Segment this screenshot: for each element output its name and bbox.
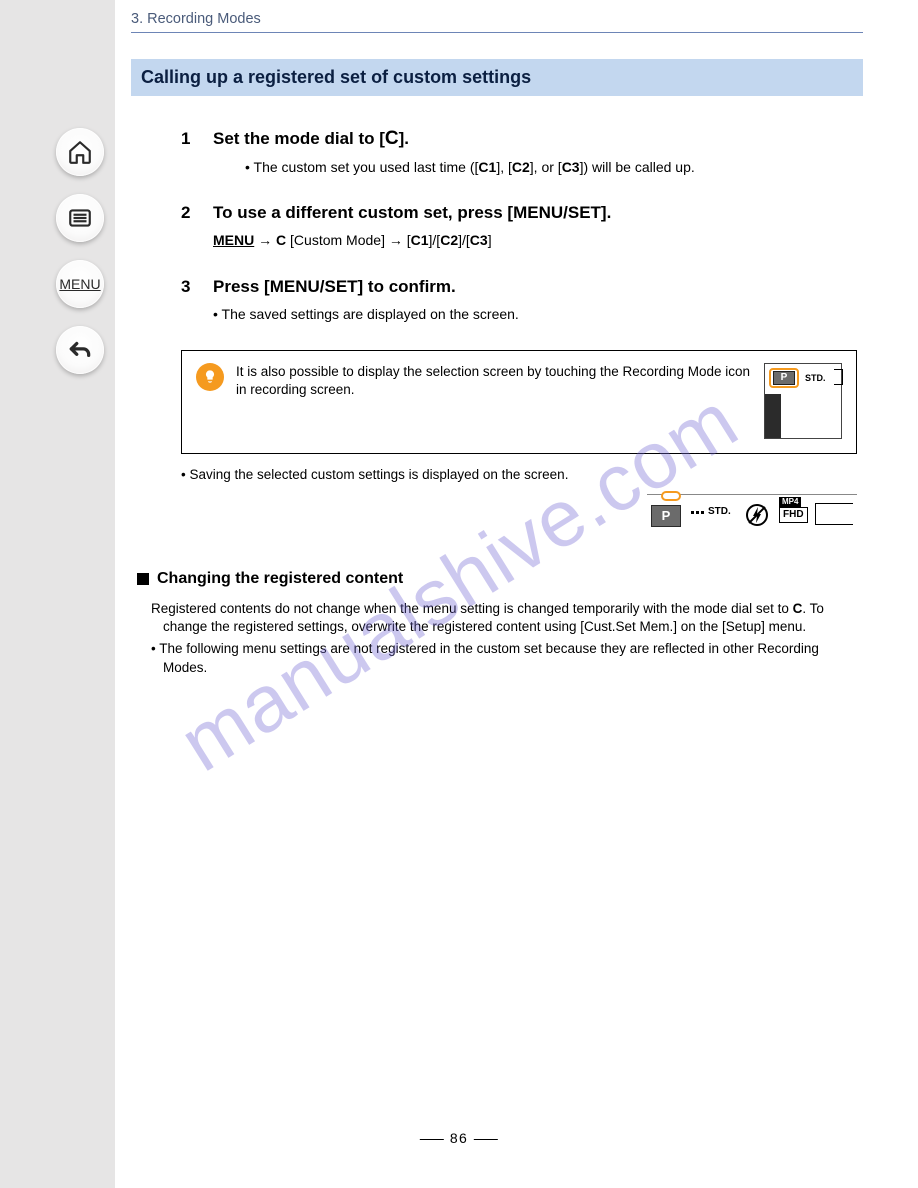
back-icon: [67, 337, 93, 363]
tip-box: It is also possible to display the selec…: [181, 350, 857, 454]
subsection-body: Registered contents do not change when t…: [151, 600, 857, 677]
step-2-text: To use a different custom set, press [ME…: [213, 202, 611, 225]
home-icon: [67, 139, 93, 165]
status-strip: P STD. MP4 FHD: [181, 494, 857, 530]
step-2-menu-path: MENU → C [Custom Mode] → [C1]/[C2]/[C3]: [213, 231, 857, 250]
step-1-bullet: • The custom set you used last time ([C1…: [245, 158, 857, 177]
step-1: 1 Set the mode dial to [C]. • The custom…: [181, 126, 857, 177]
nav-menu-button[interactable]: MENU: [56, 260, 104, 308]
step-3-body: • The saved settings are displayed on th…: [213, 305, 857, 324]
rule: [131, 32, 863, 33]
subsection-title: Changing the registered content: [137, 568, 857, 590]
step-2-num: 2: [181, 202, 199, 225]
photostyle-icon: STD.: [691, 505, 731, 519]
step-3-text: Press [MENU/SET] to confirm.: [213, 276, 456, 299]
step-3: 3 Press [MENU/SET] to confirm. • The sav…: [181, 276, 857, 324]
step-3-head: 3 Press [MENU/SET] to confirm.: [181, 276, 857, 299]
sidebar-dark: [765, 394, 781, 438]
mode-p-chip: P: [773, 371, 795, 385]
nav-contents-button[interactable]: [56, 194, 104, 242]
mode-p-icon: P: [651, 505, 681, 527]
step-3-num: 3: [181, 276, 199, 299]
std-icon: STD.: [805, 372, 826, 384]
subsection-line-2: • The following menu settings are not re…: [151, 640, 857, 676]
step-1-head: 1 Set the mode dial to [C].: [181, 126, 857, 152]
tip-thumbnail: P STD.: [764, 363, 842, 439]
lightbulb-icon: [196, 363, 224, 391]
steps: 1 Set the mode dial to [C]. • The custom…: [131, 126, 863, 677]
square-icon: [137, 573, 149, 585]
step-2-head: 2 To use a different custom set, press […: [181, 202, 857, 225]
aspect-box: [815, 503, 853, 525]
nav-back-button[interactable]: [56, 326, 104, 374]
note-line: • Saving the selected custom settings is…: [181, 466, 857, 484]
menu-label: MENU: [59, 276, 100, 292]
step-1-body: • The custom set you used last time ([C1…: [213, 158, 857, 177]
subsection-line-1: Registered contents do not change when t…: [151, 600, 857, 636]
step-2: 2 To use a different custom set, press […: [181, 202, 857, 250]
list-icon: [67, 205, 93, 231]
nav-home-button[interactable]: [56, 128, 104, 176]
chapter-heading: 3. Recording Modes: [131, 10, 863, 30]
custom-c-glyph: C: [385, 128, 399, 149]
step-1-text: Set the mode dial to [C].: [213, 126, 409, 152]
section-title: Calling up a registered set of custom se…: [131, 59, 863, 96]
tip-text: It is also possible to display the selec…: [236, 363, 752, 439]
step-3-bullet: • The saved settings are displayed on th…: [213, 305, 857, 324]
page-content: 3. Recording Modes Calling up a register…: [131, 0, 863, 681]
sidebar: MENU: [0, 0, 115, 1188]
fhd-icon: FHD: [779, 507, 808, 523]
highlight-indicator: [661, 491, 681, 501]
step-1-num: 1: [181, 128, 199, 151]
page-number: 86: [414, 1130, 504, 1146]
nav-buttons: MENU: [56, 128, 104, 374]
flash-off-icon: [745, 503, 769, 532]
step-2-body: MENU → C [Custom Mode] → [C1]/[C2]/[C3]: [213, 231, 857, 250]
crop-edge: [834, 369, 843, 385]
